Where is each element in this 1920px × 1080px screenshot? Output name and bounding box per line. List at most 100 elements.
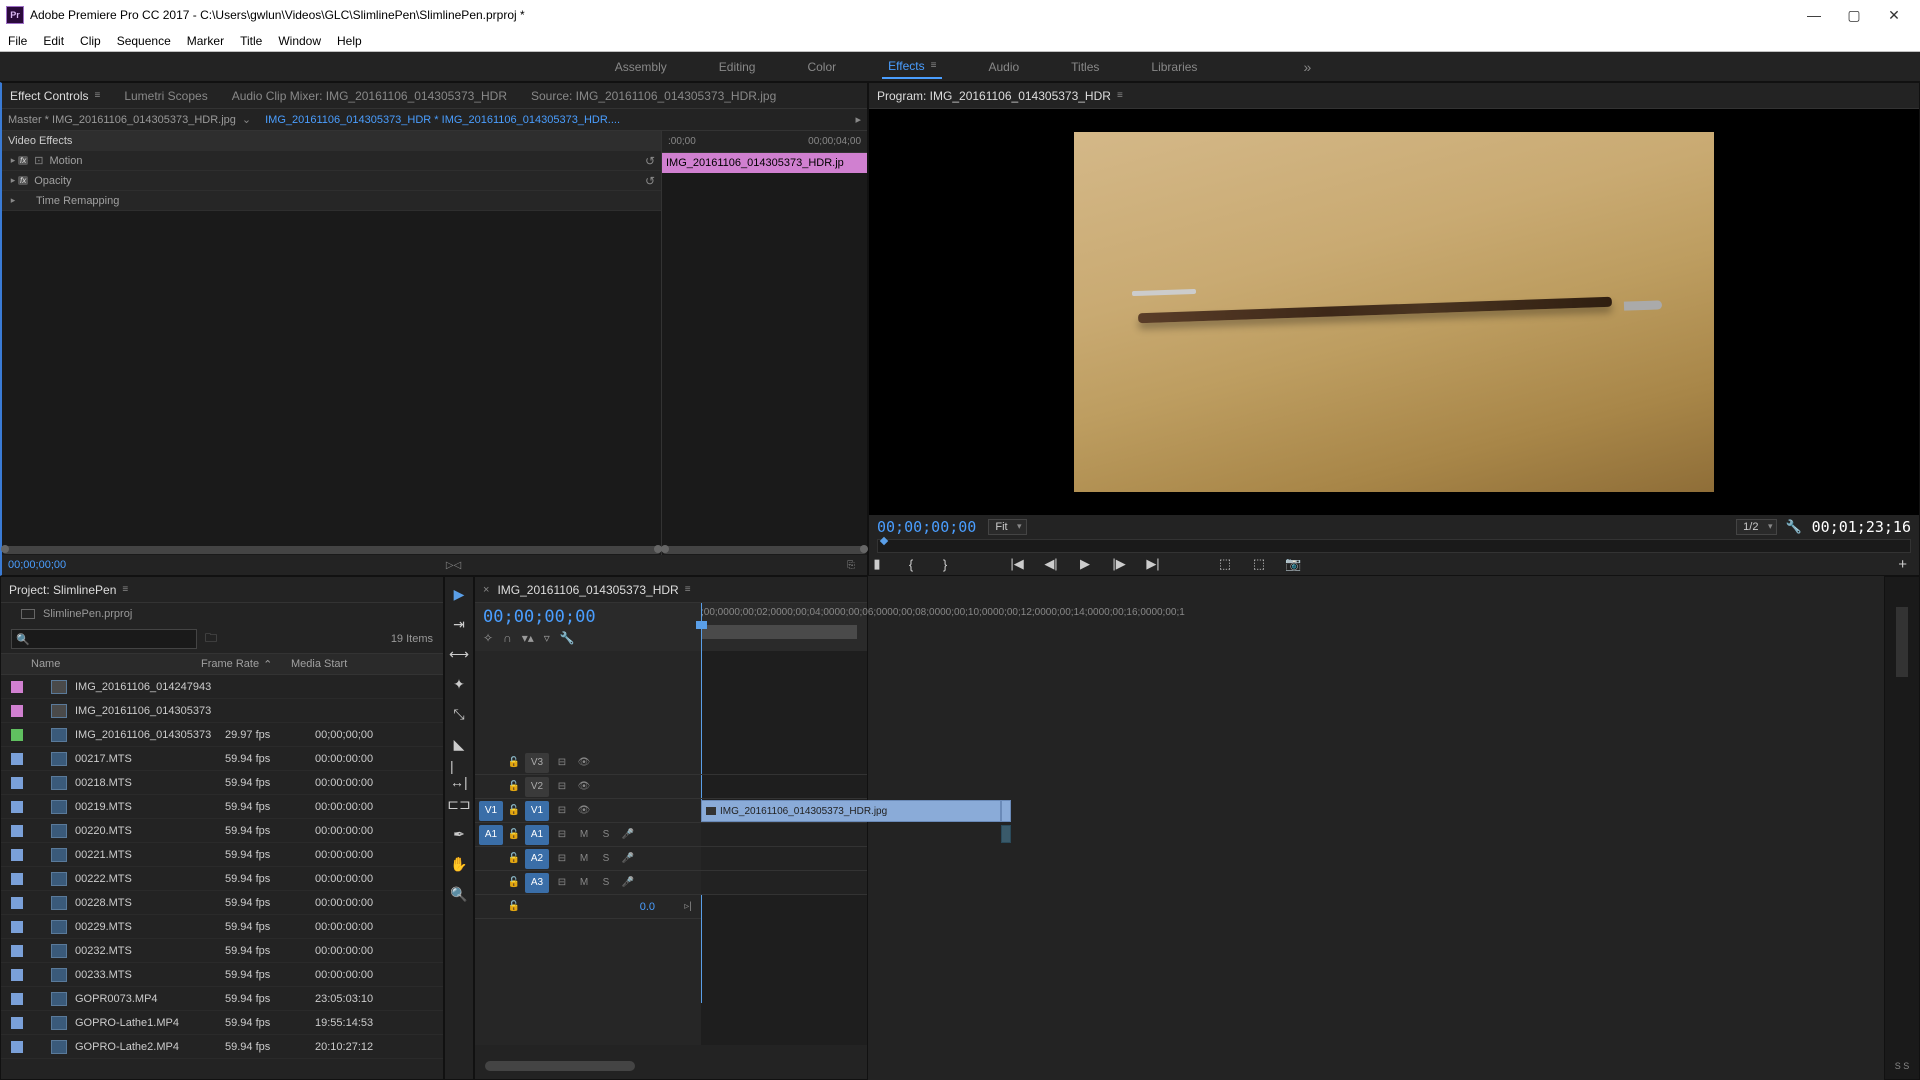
project-list[interactable]: IMG_20161106_014247943IMG_20161106_01430… bbox=[1, 675, 443, 1079]
sort-asc-icon[interactable]: ⌃ bbox=[263, 658, 272, 671]
sync-lock-icon[interactable]: ⊟ bbox=[553, 877, 571, 888]
ec-mini-ruler[interactable]: :00;00 00;00;04;00 bbox=[662, 131, 867, 153]
track-a1[interactable] bbox=[701, 823, 867, 847]
workspace-tab-effects[interactable]: Effects≡ bbox=[882, 55, 942, 79]
lock-icon[interactable]: 🔓 bbox=[507, 877, 521, 888]
lock-icon[interactable]: 🔓 bbox=[507, 853, 521, 864]
resolution-dropdown[interactable]: 1/2 bbox=[1736, 519, 1777, 535]
eye-icon[interactable]: 👁 bbox=[575, 757, 593, 768]
voice-icon[interactable]: 🎤 bbox=[619, 853, 637, 864]
linked-selection-icon[interactable]: ∩ bbox=[503, 631, 512, 645]
menu-file[interactable]: File bbox=[8, 34, 27, 48]
slide-tool[interactable]: ⊏⊐ bbox=[450, 795, 468, 813]
workspace-tab-libraries[interactable]: Libraries bbox=[1145, 56, 1203, 78]
lock-icon[interactable]: 🔓 bbox=[507, 805, 521, 816]
track-head-v2[interactable]: 🔓V2⊟👁 bbox=[475, 775, 701, 799]
project-item[interactable]: 00221.MTS59.94 fps00:00:00:00 bbox=[1, 843, 443, 867]
menu-title[interactable]: Title bbox=[240, 34, 262, 48]
bracket-out-icon[interactable]: } bbox=[937, 557, 953, 572]
lock-icon[interactable]: 🔓 bbox=[507, 829, 521, 840]
menu-window[interactable]: Window bbox=[278, 34, 321, 48]
timeline-ruler[interactable]: ;00;0000;00;02;0000;00;04;0000;00;06;000… bbox=[701, 603, 867, 651]
project-item[interactable]: IMG_20161106_014305373 bbox=[1, 699, 443, 723]
mute-icon[interactable]: M bbox=[575, 829, 593, 840]
track-head-a3[interactable]: 🔓A3⊟MS🎤 bbox=[475, 871, 701, 895]
project-item[interactable]: 00233.MTS59.94 fps00:00:00:00 bbox=[1, 963, 443, 987]
razor-tool[interactable]: ◣ bbox=[450, 735, 468, 753]
mute-icon[interactable]: M bbox=[575, 853, 593, 864]
close-seq-icon[interactable]: × bbox=[483, 584, 489, 596]
panel-menu-icon[interactable]: ≡ bbox=[122, 584, 128, 595]
slip-tool[interactable]: |↔| bbox=[450, 765, 468, 783]
project-item[interactable]: IMG_20161106_014247943 bbox=[1, 675, 443, 699]
go-to-in-icon[interactable]: |◀ bbox=[1009, 556, 1025, 572]
mute-icon[interactable]: M bbox=[575, 877, 593, 888]
program-viewport[interactable] bbox=[869, 109, 1919, 515]
project-item[interactable]: 00228.MTS59.94 fps00:00:00:00 bbox=[1, 891, 443, 915]
voice-icon[interactable]: 🎤 bbox=[619, 829, 637, 840]
step-fwd-icon[interactable]: |▶ bbox=[1111, 556, 1127, 572]
end-bracket-icon[interactable]: ▹| bbox=[679, 901, 697, 912]
solo-icon[interactable]: S bbox=[597, 829, 615, 840]
sync-lock-icon[interactable]: ⊟ bbox=[553, 757, 571, 768]
effect-opacity[interactable]: ▸fxOpacity↺ bbox=[2, 171, 661, 191]
settings-wrench-icon[interactable]: 🔧 bbox=[1785, 519, 1801, 535]
project-item[interactable]: 00222.MTS59.94 fps00:00:00:00 bbox=[1, 867, 443, 891]
solo-icon[interactable]: S bbox=[597, 853, 615, 864]
reset-icon[interactable]: ↺ bbox=[645, 154, 655, 168]
sync-lock-icon[interactable]: ⊟ bbox=[553, 829, 571, 840]
timeline-timecode[interactable]: 00;00;00;00 bbox=[483, 607, 693, 627]
lift-icon[interactable]: ⬚ bbox=[1217, 556, 1233, 572]
project-item[interactable]: 00232.MTS59.94 fps00:00:00:00 bbox=[1, 939, 443, 963]
project-column-headers[interactable]: Name Frame Rate ⌃ Media Start bbox=[1, 653, 443, 675]
track-v2[interactable] bbox=[701, 775, 867, 799]
eye-icon[interactable]: 👁 bbox=[575, 805, 593, 816]
project-item[interactable]: 00219.MTS59.94 fps00:00:00:00 bbox=[1, 795, 443, 819]
lock-icon[interactable]: 🔓 bbox=[507, 781, 521, 792]
ec-right-hscrollbar[interactable] bbox=[662, 545, 867, 555]
play-icon[interactable]: ▶ bbox=[1077, 556, 1093, 572]
loop-icon[interactable]: ▷◁ bbox=[446, 560, 461, 571]
chevron-down-icon[interactable]: ⌄ bbox=[242, 113, 251, 126]
menu-edit[interactable]: Edit bbox=[43, 34, 64, 48]
ec-timecode[interactable]: 00;00;00;00 bbox=[8, 559, 66, 571]
program-scrubber[interactable] bbox=[877, 539, 1911, 553]
fit-dropdown[interactable]: Fit bbox=[988, 519, 1026, 535]
source-tab-2[interactable]: Audio Clip Mixer: IMG_20161106_014305373… bbox=[232, 89, 507, 103]
lock-icon[interactable]: 🔓 bbox=[507, 901, 521, 912]
track-head-a1[interactable]: A1🔓A1⊟MS🎤 bbox=[475, 823, 701, 847]
track-v1[interactable]: IMG_20161106_014305373_HDR.jpg Intro.MTS… bbox=[701, 799, 867, 823]
play-arrow-icon[interactable]: ▸ bbox=[855, 113, 861, 126]
export-frame-icon[interactable]: ⎘ bbox=[847, 560, 855, 571]
go-to-out-icon[interactable]: ▶| bbox=[1145, 556, 1161, 572]
source-tab-3[interactable]: Source: IMG_20161106_014305373_HDR.jpg bbox=[531, 89, 776, 103]
workspace-tab-assembly[interactable]: Assembly bbox=[609, 56, 673, 78]
sync-lock-icon[interactable]: ⊟ bbox=[553, 853, 571, 864]
hand-tool[interactable]: ✋ bbox=[450, 855, 468, 873]
close-button[interactable]: ✕ bbox=[1874, 0, 1914, 30]
mark-in-icon[interactable]: ▮ bbox=[869, 556, 885, 572]
timeline-hscroll[interactable] bbox=[475, 1045, 867, 1079]
maximize-button[interactable]: ▢ bbox=[1834, 0, 1874, 30]
program-tc-in[interactable]: 00;00;00;00 bbox=[877, 518, 976, 536]
sequence-tab[interactable]: IMG_20161106_014305373_HDR ≡ bbox=[497, 583, 690, 597]
export-frame-icon[interactable]: 📷 bbox=[1285, 556, 1301, 572]
reset-icon[interactable]: ↺ bbox=[645, 174, 655, 188]
workspace-tab-audio[interactable]: Audio bbox=[982, 56, 1025, 78]
ec-hscrollbar[interactable] bbox=[2, 545, 661, 555]
pen-tool[interactable]: ✒ bbox=[450, 825, 468, 843]
track-head-a2[interactable]: 🔓A2⊟MS🎤 bbox=[475, 847, 701, 871]
eye-icon[interactable]: 👁 bbox=[575, 781, 593, 792]
panel-menu-icon[interactable]: ≡ bbox=[931, 60, 937, 71]
zoom-tool[interactable]: 🔍 bbox=[450, 885, 468, 903]
project-item[interactable]: GOPR0073.MP459.94 fps23:05:03:10 bbox=[1, 987, 443, 1011]
wrench-icon[interactable]: 🔧 bbox=[560, 631, 575, 645]
sync-lock-icon[interactable]: ⊟ bbox=[553, 805, 571, 816]
project-item[interactable]: 00218.MTS59.94 fps00:00:00:00 bbox=[1, 771, 443, 795]
menu-clip[interactable]: Clip bbox=[80, 34, 101, 48]
rate-stretch-tool[interactable]: ⤡ bbox=[450, 705, 468, 723]
project-item[interactable]: IMG_20161106_01430537329.97 fps00;00;00;… bbox=[1, 723, 443, 747]
workspace-tab-editing[interactable]: Editing bbox=[713, 56, 762, 78]
source-tab-1[interactable]: Lumetri Scopes bbox=[124, 89, 207, 103]
sequence-link[interactable]: IMG_20161106_014305373_HDR * IMG_2016110… bbox=[265, 114, 620, 126]
